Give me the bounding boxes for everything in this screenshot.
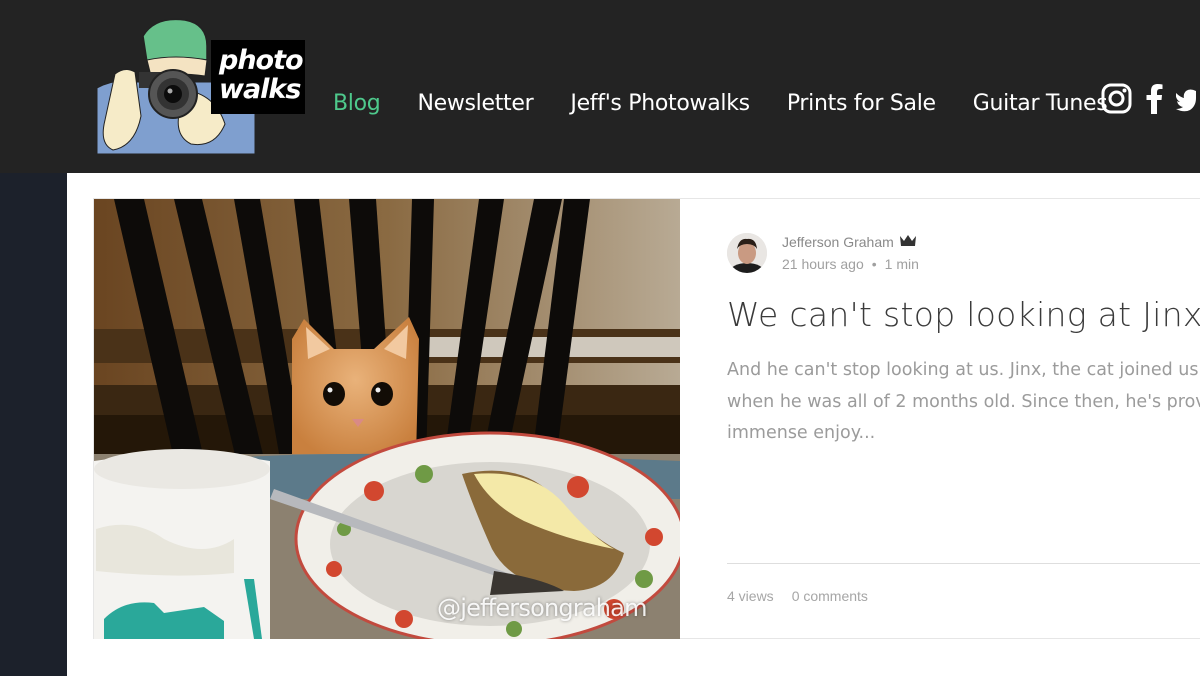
photo-watermark: @jeffersongraham xyxy=(437,594,647,622)
post-time: 21 hours ago xyxy=(782,256,864,272)
post-content: Jefferson Graham 21 hours ago • 1 min We… xyxy=(727,199,1200,639)
post-meta: Jefferson Graham 21 hours ago • 1 min xyxy=(782,231,919,275)
post-stats: 4 views 0 comments xyxy=(727,588,868,604)
facebook-icon[interactable] xyxy=(1145,83,1163,119)
instagram-icon[interactable] xyxy=(1101,83,1132,119)
meta-separator: • xyxy=(871,256,877,272)
left-gutter xyxy=(0,173,67,676)
post-cover-image[interactable]: @jeffersongraham xyxy=(94,199,680,639)
crown-icon xyxy=(899,231,917,253)
comment-count[interactable]: 0 comments xyxy=(792,588,868,604)
logo-text-walks: walks xyxy=(219,74,301,105)
main-nav: Blog Newsletter Jeff's Photowalks Prints… xyxy=(333,88,1144,120)
cat-photo xyxy=(94,199,680,639)
logo-wordmark: photo walks xyxy=(211,40,305,114)
post-card[interactable]: @jeffersongraham Jefferson Graham 21 hou… xyxy=(93,198,1200,639)
author-row: Jefferson Graham 21 hours ago • 1 min xyxy=(727,231,919,275)
site-header: photo walks Blog Newsletter Jeff's Photo… xyxy=(0,0,1200,173)
logo-text-photo: photo xyxy=(219,45,304,76)
nav-blog[interactable]: Blog xyxy=(333,88,381,120)
photowalks-logo[interactable]: photo walks xyxy=(95,16,305,154)
post-title[interactable]: We can't stop looking at Jinx xyxy=(727,295,1200,334)
view-count: 4 views xyxy=(727,588,774,604)
nav-guitar-tunes[interactable]: Guitar Tunes xyxy=(973,88,1108,120)
nav-jeffs-photowalks[interactable]: Jeff's Photowalks xyxy=(570,88,750,120)
author-name[interactable]: Jefferson Graham xyxy=(782,231,894,253)
social-links xyxy=(1101,83,1196,119)
blog-feed: @jeffersongraham Jefferson Graham 21 hou… xyxy=(67,173,1200,676)
post-excerpt[interactable]: And he can't stop looking at us. Jinx, t… xyxy=(727,355,1200,450)
nav-prints-for-sale[interactable]: Prints for Sale xyxy=(787,88,936,120)
author-avatar[interactable] xyxy=(727,233,767,273)
stats-divider xyxy=(727,563,1200,564)
twitter-icon[interactable] xyxy=(1175,85,1196,118)
nav-newsletter[interactable]: Newsletter xyxy=(417,88,533,120)
read-time: 1 min xyxy=(884,256,919,272)
